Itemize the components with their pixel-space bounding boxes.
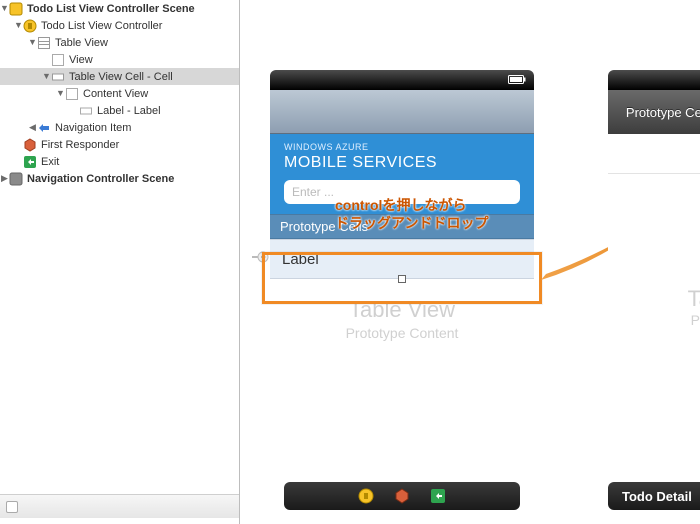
outline-table-view-cell[interactable]: ▼ Table View Cell - Cell	[0, 68, 239, 85]
outline-navigation-item[interactable]: ◀ Navigation Item	[0, 119, 239, 136]
outline-label: Navigation Controller Scene	[27, 173, 233, 185]
outline-label: Exit	[41, 156, 233, 168]
navigation-bar	[270, 90, 534, 134]
view-icon	[65, 87, 79, 101]
status-bar	[270, 70, 534, 90]
exit-dock-icon[interactable]	[430, 488, 446, 504]
disclosure-triangle-icon[interactable]: ◀	[28, 123, 37, 132]
table-view-title: Tabl	[688, 286, 700, 312]
disclosure-triangle-icon[interactable]: ▼	[42, 72, 51, 81]
label-icon	[79, 104, 93, 118]
prototype-cell[interactable]: Label	[270, 239, 534, 279]
outline-label-item[interactable]: ▼ Label - Label	[0, 102, 239, 119]
table-view-icon	[37, 36, 51, 50]
outline-label: Label - Label	[97, 105, 233, 117]
scene-dock[interactable]	[284, 482, 520, 510]
annotation-line1: controlを押しながら	[335, 196, 488, 214]
battery-icon	[508, 75, 526, 84]
table-view-body: Table View Prototype Content	[270, 279, 534, 455]
segue-connector-icon	[252, 249, 270, 269]
disclosure-triangle-icon[interactable]: ▼	[14, 21, 23, 30]
table-view-subtitle: Protot	[691, 312, 700, 328]
outline-content-view[interactable]: ▼ Content View	[0, 85, 239, 102]
outline-filter-bar	[0, 494, 239, 518]
outline-exit[interactable]: ▼ Exit	[0, 153, 239, 170]
navigation-item-icon	[37, 121, 51, 135]
view-icon	[51, 53, 65, 67]
outline-label: Todo List View Controller	[41, 20, 233, 32]
outline-label: View	[69, 54, 233, 66]
table-cell-icon	[51, 70, 65, 84]
disclosure-triangle-icon[interactable]: ▼	[28, 38, 37, 47]
nav-title: Prototype Cells	[626, 105, 700, 120]
view-controller-icon	[23, 19, 37, 33]
disclosure-triangle-icon[interactable]: ▼	[0, 4, 9, 13]
storyboard-canvas[interactable]: WINDOWS AZURE MOBILE SERVICES Enter ... …	[240, 0, 700, 524]
scene-dock-title: Todo Detail	[622, 489, 692, 504]
header-title: MOBILE SERVICES	[284, 154, 520, 172]
scene-icon	[9, 172, 23, 186]
scene-todo-detail[interactable]: Prototype Cells Tabl Protot	[608, 70, 700, 440]
outline-view-controller[interactable]: ▼ Todo List View Controller	[0, 17, 239, 34]
outline-table-view[interactable]: ▼ Table View	[0, 34, 239, 51]
outline-filter-toggle[interactable]	[6, 501, 18, 513]
resize-handle-icon[interactable]	[398, 275, 406, 283]
outline-label: Table View	[55, 37, 233, 49]
outline-label: Navigation Item	[55, 122, 233, 134]
annotation-text: controlを押しながら ドラッグアンドドロップ	[335, 196, 488, 232]
outline-label: Table View Cell - Cell	[69, 71, 233, 83]
status-bar	[608, 70, 700, 90]
table-view-body: Tabl Protot	[608, 174, 700, 440]
scene-todo-list[interactable]: WINDOWS AZURE MOBILE SERVICES Enter ... …	[270, 70, 534, 455]
exit-icon	[23, 155, 37, 169]
document-outline[interactable]: ▼ Todo List View Controller Scene ▼ Todo…	[0, 0, 240, 524]
outline-scene-navigation[interactable]: ▶ Navigation Controller Scene	[0, 170, 239, 187]
disclosure-triangle-icon[interactable]: ▼	[56, 89, 65, 98]
scene-dock[interactable]: Todo Detail	[608, 482, 700, 510]
outline-first-responder[interactable]: ▼ First Responder	[0, 136, 239, 153]
table-view-title: Table View	[349, 297, 455, 323]
prototype-cell[interactable]	[608, 134, 700, 174]
header-subtitle: WINDOWS AZURE	[284, 142, 520, 152]
outline-scene-todo-list[interactable]: ▼ Todo List View Controller Scene	[0, 0, 239, 17]
scene-icon	[9, 2, 23, 16]
outline-view[interactable]: ▼ View	[0, 51, 239, 68]
cell-label: Label	[282, 251, 319, 268]
text-field-placeholder: Enter ...	[292, 185, 334, 199]
first-responder-icon	[23, 138, 37, 152]
table-view-subtitle: Prototype Content	[346, 325, 459, 341]
disclosure-triangle-icon[interactable]: ▶	[0, 174, 9, 183]
navigation-bar: Prototype Cells	[608, 90, 700, 134]
annotation-line2: ドラッグアンドドロップ	[335, 214, 488, 232]
outline-label: First Responder	[41, 139, 233, 151]
outline-label: Content View	[83, 88, 233, 100]
view-controller-dock-icon[interactable]	[358, 488, 374, 504]
first-responder-dock-icon[interactable]	[394, 488, 410, 504]
outline-label: Todo List View Controller Scene	[27, 3, 233, 15]
